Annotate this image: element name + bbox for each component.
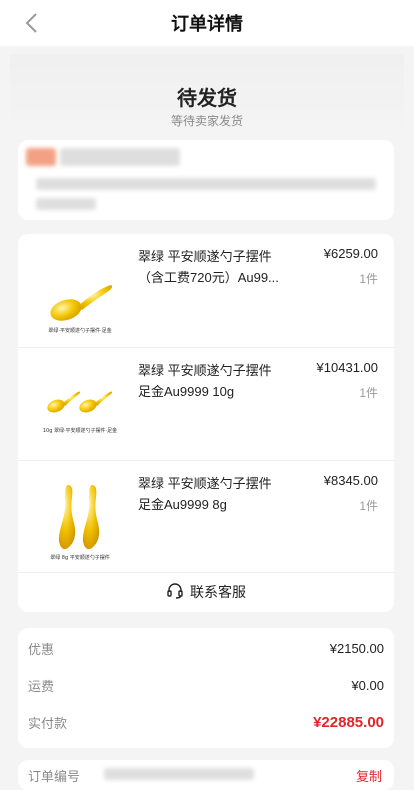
page-title: 订单详情 (171, 14, 243, 34)
product-image-2: 10g 翠绿·平安顺遂勺子摆件·足金 (34, 364, 126, 452)
order-item-3[interactable]: 翠绿 8g 平安顺遂勺子摆件 翠绿 平安顺遂勺子摆件 足金Au9999 8g ¥… (18, 461, 394, 573)
blurred-order-number (104, 768, 254, 780)
status-title: 待发货 (177, 88, 237, 110)
gold-spoon-upright-icon: 翠绿 8g 平安顺遂勺子摆件 (50, 485, 110, 561)
item-qty: 1件 (359, 272, 378, 286)
thumb-caption: 10g 翠绿·平安顺遂勺子摆件·足金 (43, 427, 117, 434)
order-item-1[interactable]: 翠绿·平安顺遂勺子摆件·足金 翠绿 平安顺遂勺子摆件（含工费720元）Au99.… (18, 234, 394, 346)
item-price: ¥8345.00 (323, 473, 378, 488)
paid-value: ¥22885.00 (313, 713, 384, 731)
paid-label: 实付款 (28, 715, 68, 731)
item-qty: 1件 (359, 386, 378, 400)
address-card[interactable] (18, 140, 394, 220)
blurred-phone (60, 148, 180, 166)
order-number-label: 订单编号 (28, 769, 81, 784)
gold-spoon-icon: 翠绿·平安顺遂勺子摆件·足金 (48, 285, 113, 334)
item-name: 翠绿 平安顺遂勺子摆件 足金Au9999 10g (138, 363, 272, 399)
top-bar: 订单详情 (0, 0, 414, 46)
shipping-label: 运费 (28, 678, 55, 694)
product-image-1: 翠绿·平安顺遂勺子摆件·足金 (34, 250, 126, 338)
item-price: ¥10431.00 (316, 360, 378, 375)
status-subtitle: 等待卖家发货 (170, 114, 243, 128)
order-items-card: 翠绿·平安顺遂勺子摆件·足金 翠绿 平安顺遂勺子摆件（含工费720元）Au99.… (18, 234, 394, 612)
paid-row: 实付款 ¥22885.00 (28, 712, 384, 732)
item-name: 翠绿 平安顺遂勺子摆件（含工费720元）Au99... (138, 249, 279, 285)
thumb-caption: 翠绿 8g 平安顺遂勺子摆件 (50, 554, 110, 561)
blurred-address-line-2 (36, 198, 96, 210)
headset-icon (166, 582, 184, 603)
discount-value: ¥2150.00 (329, 640, 384, 656)
contact-service-label: 联系客服 (190, 584, 246, 600)
shipping-row: 运费 ¥0.00 (28, 675, 384, 695)
payment-summary-card: 优惠 ¥2150.00 运费 ¥0.00 实付款 ¥22885.00 (18, 628, 394, 748)
item-qty: 1件 (359, 499, 378, 513)
discount-label: 优惠 (28, 641, 55, 657)
copy-order-number-button[interactable]: 复制 (356, 766, 382, 785)
order-status-banner: 待发货 等待卖家发货 (10, 54, 404, 140)
blurred-name (26, 148, 56, 166)
product-image-3: 翠绿 8g 平安顺遂勺子摆件 (34, 477, 126, 565)
discount-row: 优惠 ¥2150.00 (28, 638, 384, 658)
gold-spoon-pair-icon: 10g 翠绿·平安顺遂勺子摆件·足金 (43, 391, 117, 434)
item-price: ¥6259.00 (323, 246, 378, 261)
thumb-caption: 翠绿·平安顺遂勺子摆件·足金 (48, 327, 111, 334)
contact-service-button[interactable]: 联系客服 (18, 572, 394, 612)
blurred-address-line-1 (36, 178, 376, 190)
order-info-card: 订单编号 复制 (18, 760, 394, 790)
order-item-2[interactable]: 10g 翠绿·平安顺遂勺子摆件·足金 翠绿 平安顺遂勺子摆件 足金Au9999 … (18, 348, 394, 460)
shipping-value: ¥0.00 (351, 677, 384, 693)
item-name: 翠绿 平安顺遂勺子摆件 足金Au9999 8g (138, 476, 272, 512)
